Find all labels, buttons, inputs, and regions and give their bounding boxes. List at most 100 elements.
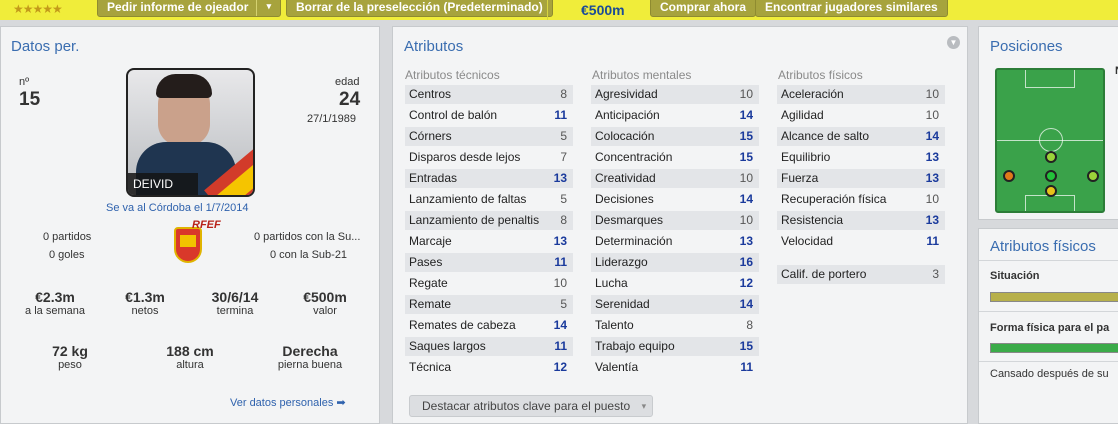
attribute-name: Agilidad (781, 108, 824, 122)
panel-title: Atributos físicos (990, 238, 1096, 255)
attribute-name: Valentía (595, 360, 639, 374)
attribute-row: Alcance de salto 14 (777, 127, 945, 146)
attribute-value: 16 (739, 255, 753, 269)
goals-scored: 0 goles (49, 249, 85, 261)
position-dot (1045, 170, 1057, 182)
height-value: 188 cm (166, 343, 214, 359)
chevron-down-icon[interactable]: ▾ (256, 0, 280, 16)
attribute-value: 10 (739, 213, 753, 227)
attribute-row: Aceleración 10 (777, 85, 945, 104)
height-label: altura (176, 359, 204, 371)
find-similar-button[interactable]: Encontrar jugadores similares (755, 0, 948, 17)
attribute-value: 10 (925, 87, 939, 101)
attribute-row: Saques largos 11 (405, 337, 573, 356)
attribute-row: Entradas 13 (405, 169, 573, 188)
attribute-value: 14 (739, 108, 753, 122)
attribute-name: Saques largos (409, 339, 486, 353)
delete-shortlist-button[interactable]: Borrar de la preselección (Predeterminad… (286, 0, 553, 17)
attribute-value: 10 (553, 276, 567, 290)
attribute-value: 10 (739, 171, 753, 185)
highlight-key-attributes-button[interactable]: Destacar atributos clave para el puesto … (409, 395, 654, 417)
attribute-value: 13 (925, 213, 939, 227)
attribute-name: Regate (409, 276, 448, 290)
highlight-button-label: Destacar atributos clave para el puesto (422, 399, 631, 413)
attribute-name: Lanzamiento de faltas (409, 192, 527, 206)
value-stat: €500m valor (285, 289, 365, 317)
foot-label: pierna buena (277, 359, 343, 371)
scout-report-button[interactable]: Pedir informe de ojeador ▾ (97, 0, 282, 17)
attribute-row: Serenidad 14 (591, 295, 759, 314)
attribute-value: 14 (925, 129, 939, 143)
attribute-row: Lucha 12 (591, 274, 759, 293)
transfer-note-link[interactable]: Se va al Córdoba el 1/7/2014 (106, 202, 249, 214)
attribute-value: 8 (560, 213, 567, 227)
match-fitness-label: Forma física para el pa (990, 322, 1110, 334)
panel-menu-icon[interactable]: ▼ (947, 36, 960, 49)
attribute-row: Trabajo equipo 15 (591, 337, 759, 356)
attribute-name: Alcance de salto (781, 129, 870, 143)
attribute-row: Determinación 13 (591, 232, 759, 251)
height-stat: 188 cm altura (150, 343, 230, 371)
contract-end: 30/6/14 (211, 289, 259, 305)
attribute-row: Talento 8 (591, 316, 759, 335)
fatigue-label: Cansado después de su (990, 368, 1109, 380)
buy-now-button[interactable]: Comprar ahora (650, 0, 757, 17)
attribute-name: Aceleración (781, 87, 844, 101)
physical-header: Atributos físicos (778, 68, 863, 82)
attribute-value: 14 (553, 318, 567, 332)
attribute-row: Recuperación física 10 (777, 190, 945, 209)
personal-panel: Datos per. nº 15 edad 24 27/1/1989 DEIVI… (0, 26, 380, 424)
top-toolbar: ★★★★★ Pedir informe de ojeador ▾ Borrar … (0, 0, 1118, 20)
attribute-row: Valentía 11 (591, 358, 759, 377)
contract-stat: 30/6/14 termina (195, 289, 275, 317)
penalty-box-bottom (1025, 195, 1075, 211)
divider (547, 0, 548, 20)
condition-bar (990, 292, 1118, 302)
birthdate: 27/1/1989 (307, 113, 356, 125)
attribute-row: Agresividad 10 (591, 85, 759, 104)
attribute-row: Liderazgo 16 (591, 253, 759, 272)
position-dot (1003, 170, 1015, 182)
attribute-row: Decisiones 14 (591, 190, 759, 209)
attribute-row: Anticipación 14 (591, 106, 759, 125)
player-photo: DEIVID (126, 68, 255, 197)
match-fitness-bar (990, 343, 1118, 353)
attribute-name: Desmarques (595, 213, 664, 227)
attribute-row: Centros 8 (405, 85, 573, 104)
attribute-row: Colocación 15 (591, 127, 759, 146)
attribute-row: Control de balón 11 (405, 106, 573, 125)
attribute-row: Resistencia 13 (777, 211, 945, 230)
star-rating: ★★★★★ (13, 2, 63, 16)
attribute-value: 13 (553, 234, 567, 248)
attribute-value: 15 (739, 339, 753, 353)
attribute-name: Marcaje (409, 234, 452, 248)
attribute-row: Disparos desde lejos 7 (405, 148, 573, 167)
foot-stat: Derecha pierna buena (265, 343, 355, 371)
attribute-name: Determinación (595, 234, 673, 248)
attribute-name: Disparos desde lejos (409, 150, 521, 164)
pitch-diagram (995, 68, 1105, 213)
age-value: 24 (339, 89, 361, 110)
weight-label: peso (58, 359, 82, 371)
attribute-value: 8 (746, 318, 753, 332)
attribute-row: Desmarques 10 (591, 211, 759, 230)
attribute-row: Agilidad 10 (777, 106, 945, 125)
weight-stat: 72 kg peso (30, 343, 110, 371)
view-personal-details-link[interactable]: Ver datos personales ➡ (230, 396, 346, 409)
attribute-name: Liderazgo (595, 255, 648, 269)
u21-goals: 0 con la Sub-21 (270, 249, 348, 261)
wage-value: €2.3m (35, 289, 75, 305)
attribute-name: Fuerza (781, 171, 819, 185)
attribute-name: Control de balón (409, 108, 498, 122)
attribute-row: Remates de cabeza 14 (405, 316, 573, 335)
position-dot (1087, 170, 1099, 182)
attribute-row: Concentración 15 (591, 148, 759, 167)
attribute-name: Concentración (595, 150, 673, 164)
attribute-row: Velocidad 11 (777, 232, 945, 251)
contract-label: termina (216, 305, 254, 317)
net-wage-stat: €1.3m netos (105, 289, 185, 317)
attribute-name: Lanzamiento de penaltis (409, 213, 540, 227)
player-name: DEIVID (133, 177, 174, 191)
attributes-panel: Atributos ▼ Atributos técnicos Atributos… (392, 26, 968, 424)
attribute-row: Técnica 12 (405, 358, 573, 377)
